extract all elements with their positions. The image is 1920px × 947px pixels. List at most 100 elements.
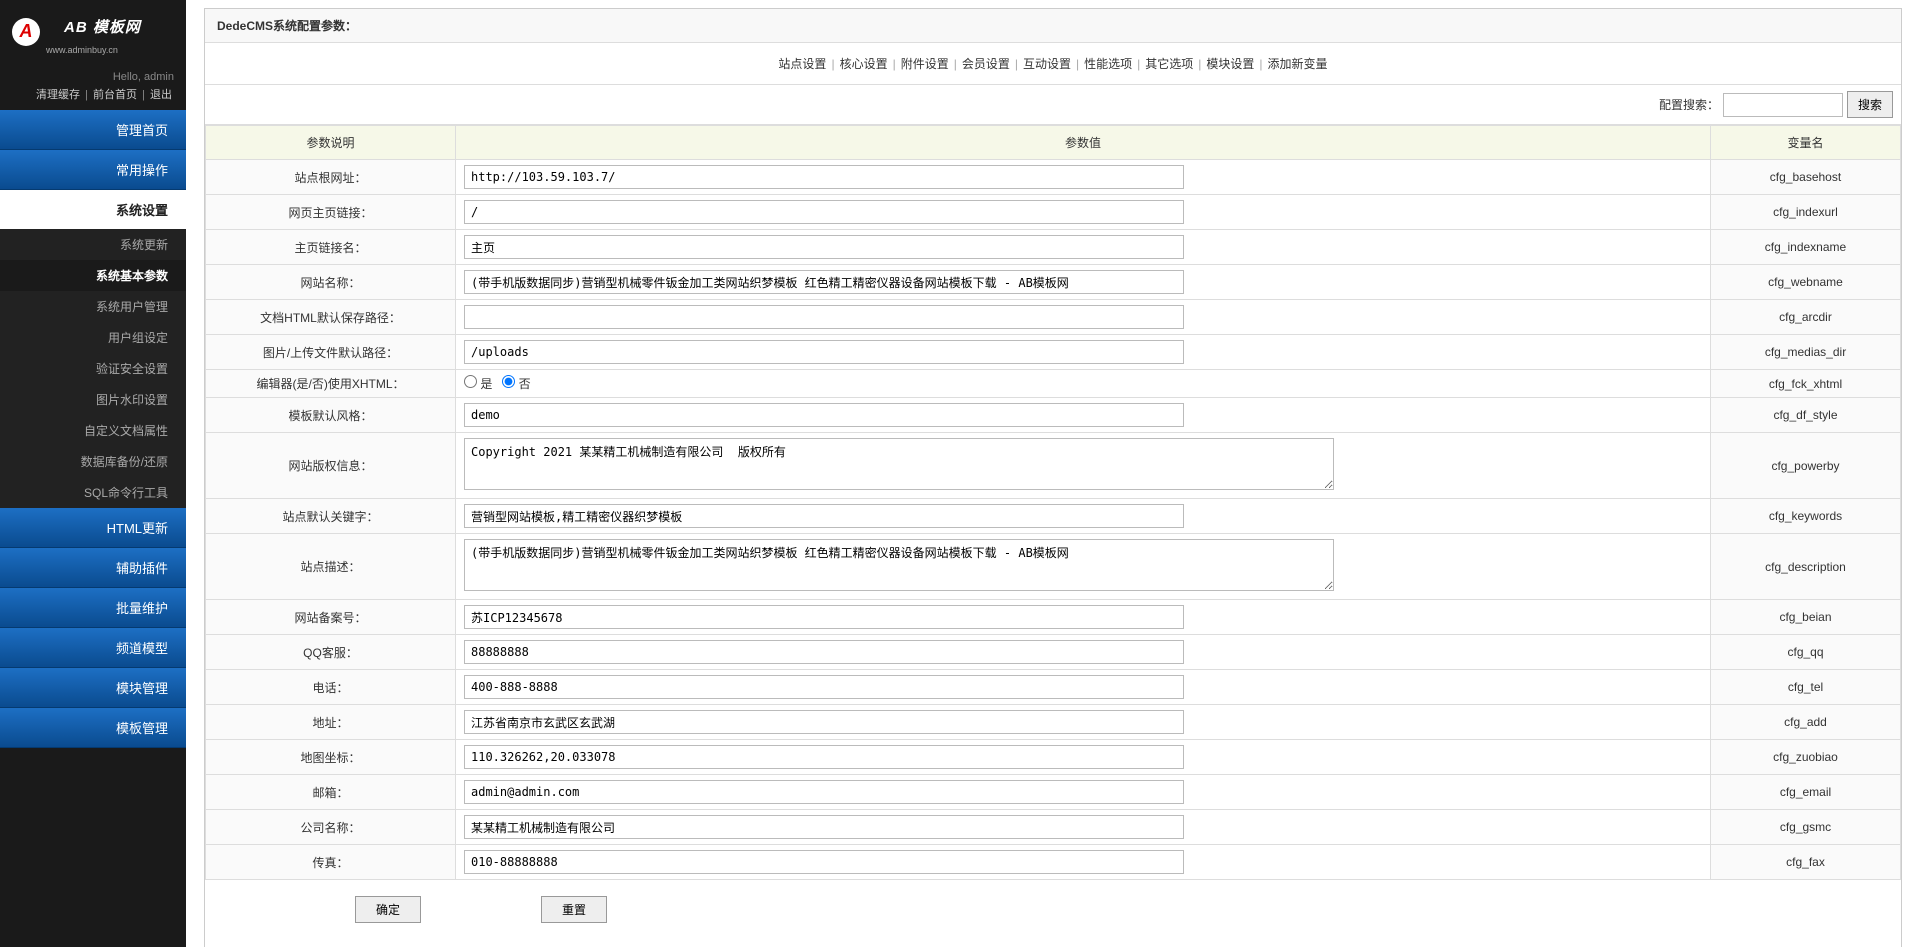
param-desc: 电话： [206, 670, 456, 705]
config-tab[interactable]: 其它选项 [1143, 57, 1195, 71]
nav-item[interactable]: 批量维护 [0, 588, 186, 628]
nav-item[interactable]: 管理首页 [0, 110, 186, 150]
param-input[interactable] [464, 235, 1184, 259]
param-var: cfg_indexurl [1711, 195, 1901, 230]
param-desc: 网页主页链接： [206, 195, 456, 230]
nav-item[interactable]: 数据库备份/还原 [0, 446, 186, 477]
nav-item[interactable]: 用户组设定 [0, 322, 186, 353]
config-panel: DedeCMS系统配置参数： 站点设置|核心设置|附件设置|会员设置|互动设置|… [204, 8, 1902, 947]
param-input[interactable] [464, 745, 1184, 769]
nav-item[interactable]: HTML更新 [0, 508, 186, 548]
config-tab[interactable]: 模块设置 [1204, 57, 1256, 71]
param-input[interactable] [464, 403, 1184, 427]
nav-item[interactable]: 自定义文档属性 [0, 415, 186, 446]
nav-item[interactable]: 系统用户管理 [0, 291, 186, 322]
tab-separator: | [1198, 57, 1201, 71]
param-input[interactable] [464, 780, 1184, 804]
action-bar: 确定 重置 [205, 880, 1901, 947]
param-input[interactable] [464, 305, 1184, 329]
param-value-cell [456, 195, 1711, 230]
link-logout[interactable]: 退出 [150, 89, 172, 101]
nav-item[interactable]: 系统设置 [0, 190, 186, 229]
param-var: cfg_beian [1711, 600, 1901, 635]
param-value-cell [456, 845, 1711, 880]
param-var: cfg_qq [1711, 635, 1901, 670]
param-var: cfg_add [1711, 705, 1901, 740]
param-value-cell [456, 398, 1711, 433]
param-input[interactable] [464, 675, 1184, 699]
reset-button[interactable]: 重置 [541, 896, 607, 923]
param-input[interactable] [464, 165, 1184, 189]
param-input[interactable] [464, 340, 1184, 364]
param-desc: 地图坐标： [206, 740, 456, 775]
config-row: 主页链接名：cfg_indexname [206, 230, 1901, 265]
search-button[interactable]: 搜索 [1847, 91, 1893, 118]
sidebar: A AB 模板网 www.adminbuy.cn Hello, admin 清理… [0, 0, 186, 947]
param-desc: 地址： [206, 705, 456, 740]
param-desc: QQ客服： [206, 635, 456, 670]
param-desc: 公司名称： [206, 810, 456, 845]
param-desc: 编辑器(是/否)使用XHTML： [206, 370, 456, 398]
param-input[interactable] [464, 815, 1184, 839]
link-clear-cache[interactable]: 清理缓存 [36, 89, 80, 101]
param-var: cfg_fax [1711, 845, 1901, 880]
param-input[interactable] [464, 504, 1184, 528]
config-tab[interactable]: 核心设置 [838, 57, 890, 71]
search-input[interactable] [1723, 93, 1843, 117]
param-textarea[interactable] [464, 539, 1334, 591]
config-tab[interactable]: 性能选项 [1082, 57, 1134, 71]
param-input[interactable] [464, 640, 1184, 664]
param-value-cell: 是 否 [456, 370, 1711, 398]
nav-item[interactable]: 系统基本参数 [0, 260, 186, 291]
tab-separator: | [893, 57, 896, 71]
param-textarea[interactable] [464, 438, 1334, 490]
nav-item[interactable]: 模块管理 [0, 668, 186, 708]
param-desc: 站点默认关键字： [206, 499, 456, 534]
param-input[interactable] [464, 200, 1184, 224]
param-desc: 站点根网址： [206, 160, 456, 195]
param-desc: 网站备案号： [206, 600, 456, 635]
param-input[interactable] [464, 850, 1184, 874]
param-value-cell [456, 635, 1711, 670]
radio-no[interactable] [502, 375, 515, 388]
config-tab[interactable]: 会员设置 [960, 57, 1012, 71]
config-row: 编辑器(是/否)使用XHTML： 是 否cfg_fck_xhtml [206, 370, 1901, 398]
config-tab[interactable]: 互动设置 [1021, 57, 1073, 71]
nav-item[interactable]: 频道模型 [0, 628, 186, 668]
config-row: 站点根网址：cfg_basehost [206, 160, 1901, 195]
param-var: cfg_powerby [1711, 433, 1901, 499]
config-row: 网页主页链接： cfg_indexurl [206, 195, 1901, 230]
nav-item[interactable]: SQL命令行工具 [0, 477, 186, 508]
config-tab[interactable]: 站点设置 [776, 57, 828, 71]
param-desc: 图片/上传文件默认路径： [206, 335, 456, 370]
param-input[interactable] [464, 605, 1184, 629]
nav-item[interactable]: 系统更新 [0, 229, 186, 260]
param-var: cfg_description [1711, 534, 1901, 600]
nav-item[interactable]: 图片水印设置 [0, 384, 186, 415]
param-var: cfg_fck_xhtml [1711, 370, 1901, 398]
link-frontend[interactable]: 前台首页 [93, 89, 137, 101]
nav-item[interactable]: 验证安全设置 [0, 353, 186, 384]
nav-item[interactable]: 常用操作 [0, 150, 186, 190]
config-row: 地址： cfg_add [206, 705, 1901, 740]
nav-item[interactable]: 辅助插件 [0, 548, 186, 588]
param-var: cfg_indexname [1711, 230, 1901, 265]
logo-subtitle: www.adminbuy.cn [46, 45, 159, 55]
nav-item[interactable]: 模板管理 [0, 708, 186, 748]
param-var: cfg_tel [1711, 670, 1901, 705]
ok-button[interactable]: 确定 [355, 896, 421, 923]
config-row: 站点默认关键字：cfg_keywords [206, 499, 1901, 534]
config-tabs: 站点设置|核心设置|附件设置|会员设置|互动设置|性能选项|其它选项|模块设置|… [205, 43, 1901, 85]
config-row: 传真：cfg_fax [206, 845, 1901, 880]
radio-yes[interactable] [464, 375, 477, 388]
panel-title: DedeCMS系统配置参数： [205, 9, 1901, 43]
config-tab[interactable]: 添加新变量 [1266, 57, 1330, 71]
config-table: 参数说明 参数值 变量名 站点根网址：cfg_basehost网页主页链接：cf… [205, 125, 1901, 880]
param-value-cell [456, 265, 1711, 300]
param-input[interactable] [464, 710, 1184, 734]
param-value-cell [456, 534, 1711, 600]
config-row: 文档HTML默认保存路径：cfg_arcdir [206, 300, 1901, 335]
param-value-cell [456, 160, 1711, 195]
param-input[interactable] [464, 270, 1184, 294]
config-tab[interactable]: 附件设置 [899, 57, 951, 71]
